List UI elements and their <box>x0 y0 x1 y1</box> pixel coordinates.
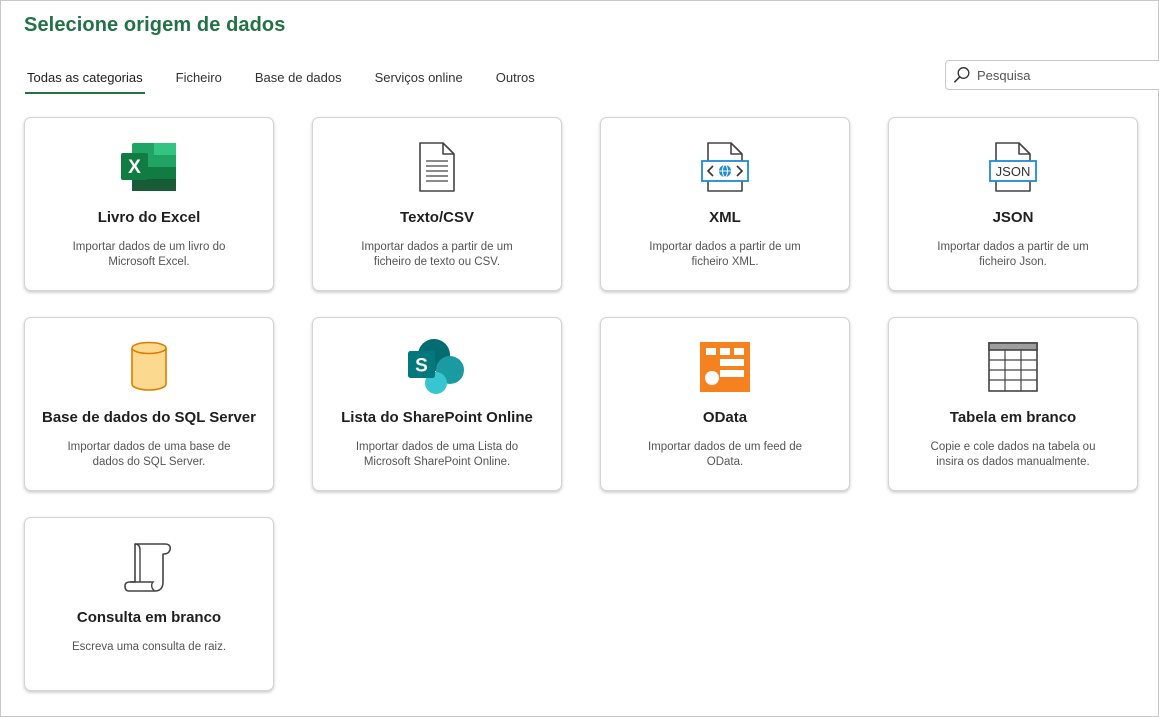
scroll-icon <box>25 540 273 594</box>
search-icon <box>952 65 972 85</box>
card-description: Copie e cole dados na tabela ou insira o… <box>930 441 1096 468</box>
page-title: Selecione origem de dados <box>24 14 286 36</box>
card-title: Livro do Excel <box>97 209 201 226</box>
search-input[interactable] <box>975 66 1149 84</box>
source-card-blank-table[interactable]: Tabela em branco Copie e cole dados na t… <box>888 317 1138 491</box>
tab-file[interactable]: Ficheiro <box>174 68 224 92</box>
card-description: Importar dados a partir de um ficheiro J… <box>937 241 1089 268</box>
database-icon <box>25 340 273 394</box>
svg-text:S: S <box>415 356 428 377</box>
source-card-blank-query[interactable]: Consulta em branco Escreva uma consulta … <box>24 517 274 691</box>
category-tabs: Todas as categorias Ficheiro Base de dad… <box>25 68 566 94</box>
card-title: Tabela em branco <box>949 409 1077 426</box>
card-description: Importar dados a partir de um ficheiro X… <box>649 241 801 268</box>
tab-all-categories[interactable]: Todas as categorias <box>25 68 145 94</box>
odata-icon <box>601 340 849 394</box>
excel-icon: X <box>25 140 273 194</box>
card-title: JSON <box>992 209 1034 226</box>
text-file-icon <box>313 140 561 194</box>
source-card-excel[interactable]: X Livro do Excel Importar dados de um li… <box>24 117 274 291</box>
source-card-text-csv[interactable]: Texto/CSV Importar dados a partir de um … <box>312 117 562 291</box>
svg-text:JSON: JSON <box>996 164 1031 179</box>
card-title: Base de dados do SQL Server <box>42 409 256 426</box>
card-description: Importar dados de uma Lista do Microsoft… <box>355 441 519 468</box>
source-card-sql-server[interactable]: Base de dados do SQL Server Importar dad… <box>24 317 274 491</box>
tab-database[interactable]: Base de dados <box>253 68 344 92</box>
json-file-icon: JSON <box>889 140 1137 194</box>
source-card-xml[interactable]: XML Importar dados a partir de um fichei… <box>600 117 850 291</box>
card-description: Importar dados de um feed de OData. <box>647 441 803 468</box>
tab-other[interactable]: Outros <box>494 68 537 92</box>
search-box[interactable] <box>945 60 1159 90</box>
svg-text:X: X <box>128 157 141 178</box>
card-title: Lista do SharePoint Online <box>341 409 533 426</box>
tab-online-services[interactable]: Serviços online <box>373 68 465 92</box>
card-title: OData <box>702 409 748 426</box>
card-title: XML <box>709 209 741 226</box>
card-description: Escreva uma consulta de raiz. <box>71 641 227 653</box>
xml-file-icon <box>601 140 849 194</box>
card-title: Texto/CSV <box>400 209 474 226</box>
data-source-dialog: Selecione origem de dados Todas as categ… <box>0 0 1159 717</box>
sharepoint-icon: S <box>313 339 561 394</box>
table-icon <box>889 340 1137 394</box>
card-title: Consulta em branco <box>76 609 222 626</box>
card-description: Importar dados a partir de um ficheiro d… <box>361 241 513 268</box>
source-card-json[interactable]: JSON JSON Importar dados a partir de um … <box>888 117 1138 291</box>
source-card-odata[interactable]: OData Importar dados de um feed de OData… <box>600 317 850 491</box>
card-description: Importar dados de um livro do Microsoft … <box>72 241 226 268</box>
source-card-sharepoint[interactable]: S Lista do SharePoint Online Importar da… <box>312 317 562 491</box>
card-description: Importar dados de uma base de dados do S… <box>67 441 231 468</box>
